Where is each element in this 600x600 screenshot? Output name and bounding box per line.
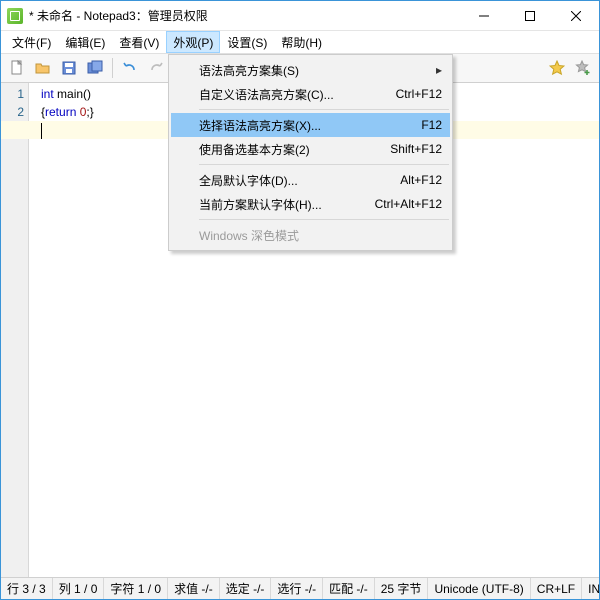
menu-item-shortcut: F12 <box>421 118 442 132</box>
open-button[interactable] <box>31 56 55 80</box>
menu-item-label: 自定义语法高亮方案(C)... <box>199 86 334 103</box>
toolbar-separator <box>112 58 113 78</box>
menu-item[interactable]: 全局默认字体(D)... Alt+F12 <box>171 168 450 192</box>
status-cell[interactable]: 选行 -/- <box>271 578 323 599</box>
submenu-arrow-icon: ▸ <box>436 63 442 77</box>
undo-button[interactable] <box>118 56 142 80</box>
status-cell[interactable]: 25 字节 <box>375 578 429 599</box>
menu-edit[interactable]: 编辑(E) <box>58 31 112 53</box>
minimize-icon <box>479 11 489 21</box>
menu-view[interactable]: 查看(V) <box>112 31 166 53</box>
menu-separator <box>199 109 449 110</box>
window-title: * 未命名 - Notepad3：管理员权限 <box>29 7 208 24</box>
menu-appearance[interactable]: 外观(P) <box>166 31 220 53</box>
menu-settings[interactable]: 设置(S) <box>220 31 274 53</box>
menu-item-label: Windows 深色模式 <box>199 227 299 244</box>
menu-item-label: 全局默认字体(D)... <box>199 172 298 189</box>
status-cell[interactable]: 匹配 -/- <box>323 578 375 599</box>
status-cell[interactable]: 求值 -/- <box>168 578 220 599</box>
menu-item[interactable]: 语法高亮方案集(S) ▸ <box>171 58 450 82</box>
app-window: * 未命名 - Notepad3：管理员权限 文件(F) 编辑(E) 查看(V)… <box>0 0 600 600</box>
menu-item-shortcut: Ctrl+Alt+F12 <box>375 197 442 211</box>
status-cell[interactable]: INS <box>582 578 599 599</box>
save-icon <box>61 60 77 76</box>
menu-item[interactable]: 使用备选基本方案(2) Shift+F12 <box>171 137 450 161</box>
menu-bar: 文件(F) 编辑(E) 查看(V) 外观(P) 设置(S) 帮助(H) <box>1 31 599 53</box>
status-cell[interactable]: Unicode (UTF-8) <box>428 578 530 599</box>
menu-item-shortcut: Alt+F12 <box>400 173 442 187</box>
favorite-button[interactable] <box>545 56 569 80</box>
new-button[interactable] <box>5 56 29 80</box>
menu-help[interactable]: 帮助(H) <box>274 31 329 53</box>
status-bar: 行 3 / 3列 1 / 0字符 1 / 0求值 -/-选定 -/-选行 -/-… <box>1 577 599 599</box>
menu-item-label: 选择语法高亮方案(X)... <box>199 117 321 134</box>
save-copy-button[interactable] <box>83 56 107 80</box>
menu-item[interactable]: 当前方案默认字体(H)... Ctrl+Alt+F12 <box>171 192 450 216</box>
menu-item[interactable]: 选择语法高亮方案(X)... F12 <box>171 113 450 137</box>
appearance-dropdown: 语法高亮方案集(S) ▸ 自定义语法高亮方案(C)... Ctrl+F12 选择语法高亮… <box>168 54 453 251</box>
menu-item-shortcut: Shift+F12 <box>390 142 442 156</box>
maximize-button[interactable] <box>507 1 553 31</box>
menu-separator <box>199 164 449 165</box>
status-cell[interactable]: 字符 1 / 0 <box>104 578 168 599</box>
app-icon <box>7 8 23 24</box>
star-plus-icon <box>575 60 591 76</box>
add-favorite-button[interactable] <box>571 56 595 80</box>
menu-item-shortcut: Ctrl+F12 <box>396 87 442 101</box>
line-number: 1 <box>1 85 24 103</box>
menu-item[interactable]: 自定义语法高亮方案(C)... Ctrl+F12 <box>171 82 450 106</box>
menu-separator <box>199 219 449 220</box>
status-cell[interactable]: 列 1 / 0 <box>53 578 105 599</box>
status-cell[interactable]: CR+LF <box>531 578 582 599</box>
line-gutter: 123 <box>1 83 29 577</box>
save-copy-icon <box>87 60 103 76</box>
close-button[interactable] <box>553 1 599 31</box>
redo-icon <box>148 60 164 76</box>
title-bar: * 未命名 - Notepad3：管理员权限 <box>1 1 599 31</box>
menu-item-label: 使用备选基本方案(2) <box>199 141 310 158</box>
new-file-icon <box>9 60 25 76</box>
menu-item-label: 语法高亮方案集(S) <box>199 62 299 79</box>
minimize-button[interactable] <box>461 1 507 31</box>
maximize-icon <box>525 11 535 21</box>
open-folder-icon <box>35 60 51 76</box>
save-button[interactable] <box>57 56 81 80</box>
star-icon <box>549 60 565 76</box>
menu-item-label: 当前方案默认字体(H)... <box>199 196 322 213</box>
close-icon <box>571 11 581 21</box>
menu-file[interactable]: 文件(F) <box>5 31 58 53</box>
text-caret <box>41 123 42 139</box>
line-number: 2 <box>1 103 24 121</box>
undo-icon <box>122 60 138 76</box>
redo-button[interactable] <box>144 56 168 80</box>
status-cell[interactable]: 选定 -/- <box>220 578 272 599</box>
status-cell[interactable]: 行 3 / 3 <box>1 578 53 599</box>
menu-item: Windows 深色模式 <box>171 223 450 247</box>
